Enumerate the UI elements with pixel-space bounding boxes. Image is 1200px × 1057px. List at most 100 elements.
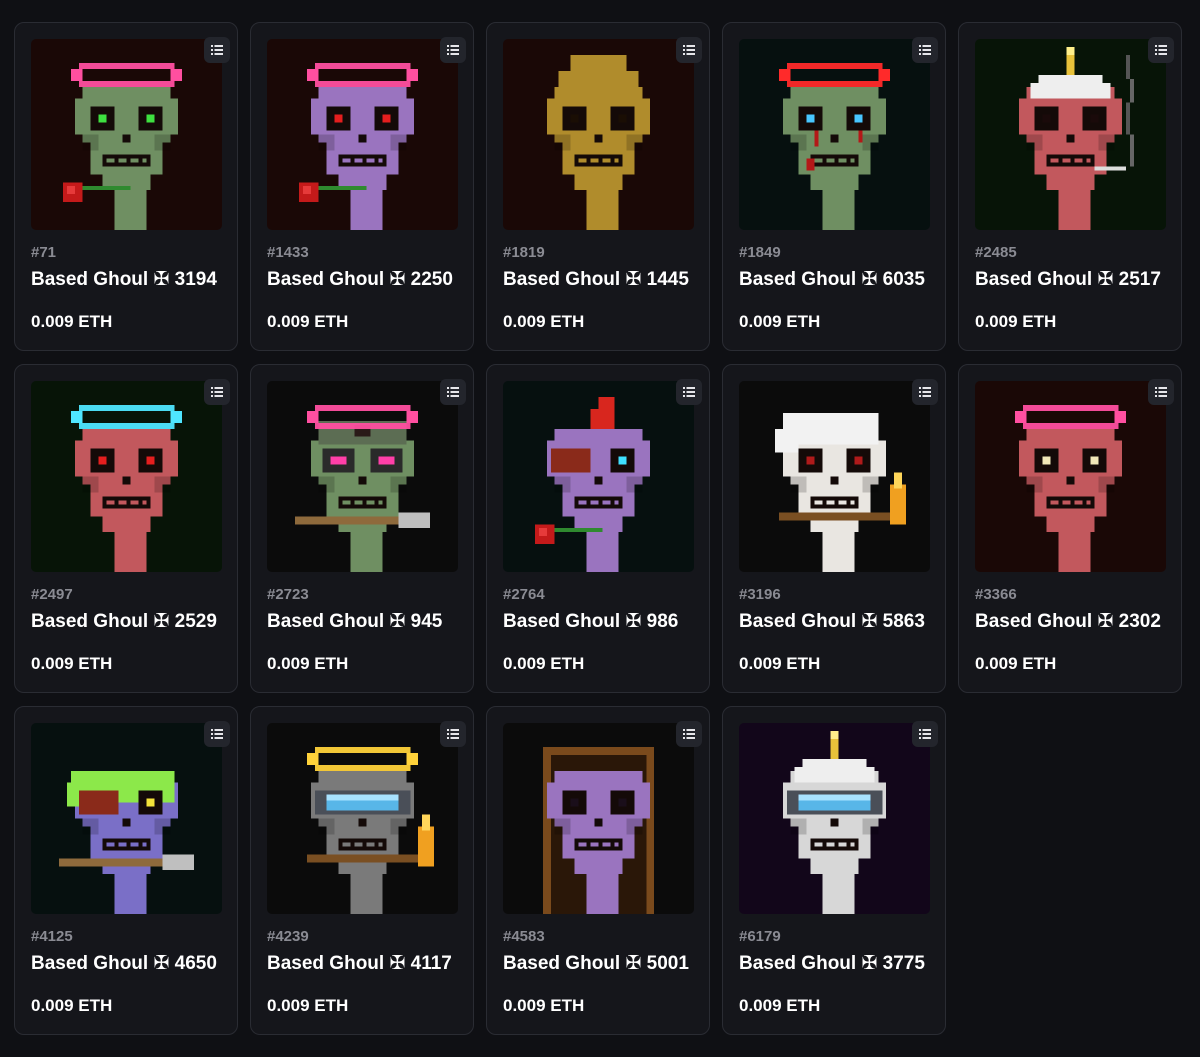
nft-card[interactable]: #3366 Based Ghoul ✠ 2302 0.009 ETH bbox=[958, 364, 1182, 693]
token-id: #6179 bbox=[739, 928, 781, 945]
list-icon bbox=[447, 387, 459, 397]
token-name[interactable]: Based Ghoul ✠ 6035 bbox=[739, 268, 925, 291]
list-icon bbox=[919, 45, 931, 55]
ghoul-art bbox=[503, 381, 694, 572]
nft-card[interactable]: #2764 Based Ghoul ✠ 986 0.009 ETH bbox=[486, 364, 710, 693]
token-id: #3196 bbox=[739, 586, 781, 603]
token-name[interactable]: Based Ghoul ✠ 4117 bbox=[267, 952, 452, 975]
nft-image[interactable] bbox=[31, 39, 222, 230]
token-name[interactable]: Based Ghoul ✠ 2529 bbox=[31, 610, 217, 633]
token-price: 0.009 ETH bbox=[503, 312, 585, 331]
nft-card[interactable]: #4239 Based Ghoul ✠ 4117 0.009 ETH bbox=[250, 706, 474, 1035]
list-icon bbox=[447, 45, 459, 55]
nft-card[interactable]: #1433 Based Ghoul ✠ 2250 0.009 ETH bbox=[250, 22, 474, 351]
list-menu-button[interactable] bbox=[912, 379, 938, 405]
ghoul-art bbox=[739, 39, 930, 230]
list-menu-button[interactable] bbox=[1148, 37, 1174, 63]
list-menu-button[interactable] bbox=[676, 379, 702, 405]
ghoul-art bbox=[975, 381, 1166, 572]
ghoul-art bbox=[267, 723, 458, 914]
ghoul-art bbox=[31, 723, 222, 914]
token-price: 0.009 ETH bbox=[31, 312, 113, 331]
nft-card[interactable]: #71 Based Ghoul ✠ 3194 0.009 ETH bbox=[14, 22, 238, 351]
token-id: #1433 bbox=[267, 244, 309, 261]
nft-image[interactable] bbox=[267, 723, 458, 914]
list-menu-button[interactable] bbox=[440, 379, 466, 405]
ghoul-art bbox=[31, 39, 222, 230]
token-price: 0.009 ETH bbox=[739, 654, 821, 673]
token-name[interactable]: Based Ghoul ✠ 5001 bbox=[503, 952, 689, 975]
token-id: #71 bbox=[31, 244, 57, 261]
list-menu-button[interactable] bbox=[676, 721, 702, 747]
list-menu-button[interactable] bbox=[204, 379, 230, 405]
nft-image[interactable] bbox=[31, 381, 222, 572]
token-name[interactable]: Based Ghoul ✠ 945 bbox=[267, 610, 442, 633]
nft-image[interactable] bbox=[739, 39, 930, 230]
list-menu-button[interactable] bbox=[912, 37, 938, 63]
list-menu-button[interactable] bbox=[676, 37, 702, 63]
token-price: 0.009 ETH bbox=[267, 312, 349, 331]
list-menu-button[interactable] bbox=[1148, 379, 1174, 405]
nft-card[interactable]: #3196 Based Ghoul ✠ 5863 0.009 ETH bbox=[722, 364, 946, 693]
list-menu-button[interactable] bbox=[440, 721, 466, 747]
nft-card[interactable]: #2485 Based Ghoul ✠ 2517 0.009 ETH bbox=[958, 22, 1182, 351]
token-price: 0.009 ETH bbox=[503, 654, 585, 673]
nft-card[interactable]: #1849 Based Ghoul ✠ 6035 0.009 ETH bbox=[722, 22, 946, 351]
list-menu-button[interactable] bbox=[204, 37, 230, 63]
token-name[interactable]: Based Ghoul ✠ 2517 bbox=[975, 268, 1161, 291]
token-price: 0.009 ETH bbox=[739, 996, 821, 1015]
list-icon bbox=[1155, 45, 1167, 55]
token-name[interactable]: Based Ghoul ✠ 2302 bbox=[975, 610, 1161, 633]
list-icon bbox=[683, 729, 695, 739]
token-id: #1819 bbox=[503, 244, 545, 261]
nft-card[interactable]: #2723 Based Ghoul ✠ 945 0.009 ETH bbox=[250, 364, 474, 693]
nft-grid: #71 Based Ghoul ✠ 3194 0.009 ETH #1433 B… bbox=[14, 22, 1182, 1035]
nft-image[interactable] bbox=[267, 381, 458, 572]
token-price: 0.009 ETH bbox=[267, 654, 349, 673]
token-name[interactable]: Based Ghoul ✠ 1445 bbox=[503, 268, 689, 291]
list-menu-button[interactable] bbox=[440, 37, 466, 63]
nft-card[interactable]: #1819 Based Ghoul ✠ 1445 0.009 ETH bbox=[486, 22, 710, 351]
ghoul-art bbox=[739, 723, 930, 914]
list-menu-button[interactable] bbox=[912, 721, 938, 747]
nft-image[interactable] bbox=[975, 381, 1166, 572]
ghoul-art bbox=[503, 39, 694, 230]
token-id: #3366 bbox=[975, 586, 1017, 603]
token-id: #4239 bbox=[267, 928, 309, 945]
ghoul-art bbox=[739, 381, 930, 572]
ghoul-art bbox=[31, 381, 222, 572]
nft-image[interactable] bbox=[267, 39, 458, 230]
token-name[interactable]: Based Ghoul ✠ 986 bbox=[503, 610, 678, 633]
nft-image[interactable] bbox=[503, 723, 694, 914]
list-menu-button[interactable] bbox=[204, 721, 230, 747]
list-icon bbox=[683, 387, 695, 397]
nft-card[interactable]: #4583 Based Ghoul ✠ 5001 0.009 ETH bbox=[486, 706, 710, 1035]
nft-image[interactable] bbox=[503, 39, 694, 230]
list-icon bbox=[211, 387, 223, 397]
ghoul-art bbox=[267, 381, 458, 572]
token-price: 0.009 ETH bbox=[31, 996, 113, 1015]
token-name[interactable]: Based Ghoul ✠ 3194 bbox=[31, 268, 217, 291]
token-id: #2723 bbox=[267, 586, 309, 603]
nft-image[interactable] bbox=[739, 723, 930, 914]
ghoul-art bbox=[267, 39, 458, 230]
nft-image[interactable] bbox=[739, 381, 930, 572]
token-id: #1849 bbox=[739, 244, 781, 261]
list-icon bbox=[211, 45, 223, 55]
list-icon bbox=[919, 729, 931, 739]
nft-image[interactable] bbox=[503, 381, 694, 572]
nft-card[interactable]: #2497 Based Ghoul ✠ 2529 0.009 ETH bbox=[14, 364, 238, 693]
nft-image[interactable] bbox=[31, 723, 222, 914]
token-name[interactable]: Based Ghoul ✠ 2250 bbox=[267, 268, 453, 291]
nft-image[interactable] bbox=[975, 39, 1166, 230]
token-name[interactable]: Based Ghoul ✠ 5863 bbox=[739, 610, 925, 633]
nft-card[interactable]: #6179 Based Ghoul ✠ 3775 0.009 ETH bbox=[722, 706, 946, 1035]
nft-card[interactable]: #4125 Based Ghoul ✠ 4650 0.009 ETH bbox=[14, 706, 238, 1035]
token-price: 0.009 ETH bbox=[503, 996, 585, 1015]
token-price: 0.009 ETH bbox=[975, 312, 1057, 331]
token-id: #2485 bbox=[975, 244, 1017, 261]
token-name[interactable]: Based Ghoul ✠ 3775 bbox=[739, 952, 925, 975]
list-icon bbox=[919, 387, 931, 397]
token-name[interactable]: Based Ghoul ✠ 4650 bbox=[31, 952, 217, 975]
token-price: 0.009 ETH bbox=[31, 654, 113, 673]
